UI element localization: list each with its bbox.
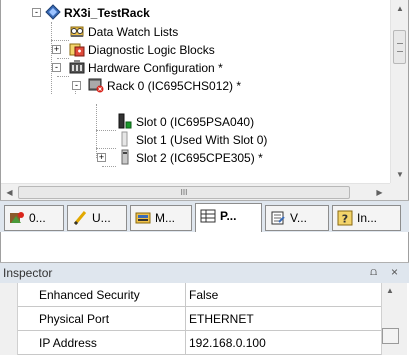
tree-node-data-watch-lists[interactable]: Data Watch Lists — [69, 22, 178, 40]
tab-label: In... — [357, 211, 378, 225]
property-name: Physical Port — [18, 307, 186, 331]
tab-label: M... — [155, 211, 175, 225]
tab-label: V... — [290, 211, 307, 225]
tree-connector — [51, 40, 69, 41]
tree-node-label: Slot 0 (IC695PSA040) — [136, 114, 255, 129]
property-grid-scrollbar[interactable]: ▲ — [381, 283, 407, 355]
scrollbar-grip-icon: III — [180, 188, 188, 197]
pin-icon[interactable]: ⩍ — [370, 266, 377, 279]
hardware-config-icon — [69, 59, 85, 75]
scroll-right-arrow-icon[interactable]: ▶ — [371, 184, 388, 201]
tree-node-slot-0[interactable]: Slot 0 (IC695PSA040) — [117, 112, 254, 130]
tab-utilities[interactable]: U... — [67, 205, 127, 231]
tree-connector — [51, 22, 52, 94]
tab-label: U... — [92, 211, 111, 225]
help-tab-icon: ? — [337, 210, 353, 226]
tree-horizontal-scrollbar[interactable]: ◀ III ▶ — [1, 183, 390, 200]
scrollbar-thumb[interactable] — [393, 30, 406, 64]
manager-tab-icon — [135, 210, 151, 226]
tree-node-label: Rack 0 (IC695CHS012) * — [107, 78, 242, 93]
data-watch-icon — [69, 23, 85, 39]
power-supply-icon — [117, 113, 133, 129]
tab-project[interactable]: 0... — [4, 205, 64, 231]
scrollbar-thumb[interactable]: III — [18, 186, 350, 199]
tree-node-diagnostic-logic-blocks[interactable]: Diagnostic Logic Blocks — [69, 40, 215, 58]
property-grid-gutter — [0, 283, 18, 355]
tree-node-label: Hardware Configuration * — [88, 60, 223, 75]
property-name: IP Address — [18, 331, 186, 355]
property-value[interactable]: 192.168.0.100 — [186, 331, 381, 355]
close-icon[interactable]: × — [391, 265, 398, 279]
scrollbar-corner — [390, 183, 408, 200]
property-row-physical-port[interactable]: Physical Port ETHERNET — [18, 307, 381, 331]
project-tree-panel: - RX3i_TestRack Data Watch Lists + Diagn… — [0, 0, 409, 200]
project-grid-tab-icon — [200, 208, 216, 224]
inspector-property-grid: Enhanced Security False Physical Port ET… — [0, 283, 409, 355]
svg-text:?: ? — [342, 212, 348, 225]
navigator-tab-strip: 0... U... M... P... V... ? In... — [0, 200, 409, 233]
rack-error-icon — [88, 77, 104, 93]
scroll-left-arrow-icon[interactable]: ◀ — [1, 184, 18, 201]
tree-node-slot-2[interactable]: Slot 2 (IC695CPE305) * — [117, 148, 263, 166]
tree-connector — [57, 76, 69, 77]
empty-slot-icon — [117, 131, 133, 147]
tab-manager[interactable]: M... — [130, 205, 192, 231]
cpu-module-icon — [117, 149, 133, 165]
project-tab-icon — [9, 210, 25, 226]
property-row-ip-address[interactable]: IP Address 192.168.0.100 — [18, 331, 381, 355]
tree-connector — [57, 58, 69, 59]
tab-label: P... — [220, 209, 237, 223]
property-edit-button[interactable] — [382, 328, 399, 344]
tree-node-hardware-configuration[interactable]: Hardware Configuration * — [69, 58, 223, 76]
rack-diamond-icon — [45, 4, 61, 20]
property-value[interactable]: ETHERNET — [186, 307, 381, 331]
project-tree: - RX3i_TestRack Data Watch Lists + Diagn… — [1, 0, 390, 183]
tree-node-rack-0[interactable]: Rack 0 (IC695CHS012) * — [88, 76, 241, 94]
tree-collapse-toggle[interactable]: - — [72, 81, 81, 90]
logic-blocks-icon — [69, 41, 85, 57]
tree-expand-toggle[interactable]: + — [97, 153, 106, 162]
tree-expand-toggle[interactable]: + — [52, 45, 61, 54]
tab-label: 0... — [29, 211, 46, 225]
inspector-header: Inspector ⩍ × — [0, 262, 409, 283]
inspector-title: Inspector — [3, 266, 53, 280]
tree-connector — [96, 104, 97, 158]
variables-tab-icon — [270, 210, 286, 226]
utilities-tab-icon — [72, 210, 88, 226]
tree-vertical-scrollbar[interactable]: ▲ ▼ — [390, 0, 408, 183]
property-name: Enhanced Security — [18, 283, 186, 307]
scroll-up-arrow-icon[interactable]: ▲ — [386, 286, 394, 295]
tree-node-slot-1[interactable]: Slot 1 (Used With Slot 0) — [117, 130, 267, 148]
tree-node-rx3i-testrack[interactable]: RX3i_TestRack — [45, 3, 150, 21]
tree-collapse-toggle[interactable]: - — [32, 8, 41, 17]
tree-collapse-toggle[interactable]: - — [52, 63, 61, 72]
tab-properties[interactable]: P... — [195, 203, 262, 233]
tab-help[interactable]: ? In... — [332, 205, 401, 231]
tree-node-label: Data Watch Lists — [88, 24, 179, 39]
tree-connector — [102, 166, 116, 167]
property-row-enhanced-security[interactable]: Enhanced Security False — [18, 283, 381, 307]
tree-node-label: RX3i_TestRack — [64, 5, 150, 20]
scroll-up-arrow-icon[interactable]: ▲ — [391, 0, 409, 17]
tree-connector — [96, 130, 116, 131]
tree-node-label: Slot 2 (IC695CPE305) * — [136, 150, 263, 165]
tree-connector — [96, 148, 116, 149]
navigator-content-area — [0, 232, 409, 262]
tree-node-label: Diagnostic Logic Blocks — [88, 42, 215, 57]
tree-node-label: Slot 1 (Used With Slot 0) — [136, 132, 268, 147]
scroll-down-arrow-icon[interactable]: ▼ — [391, 166, 409, 183]
tab-variables[interactable]: V... — [265, 205, 329, 231]
property-value[interactable]: False — [186, 283, 381, 307]
